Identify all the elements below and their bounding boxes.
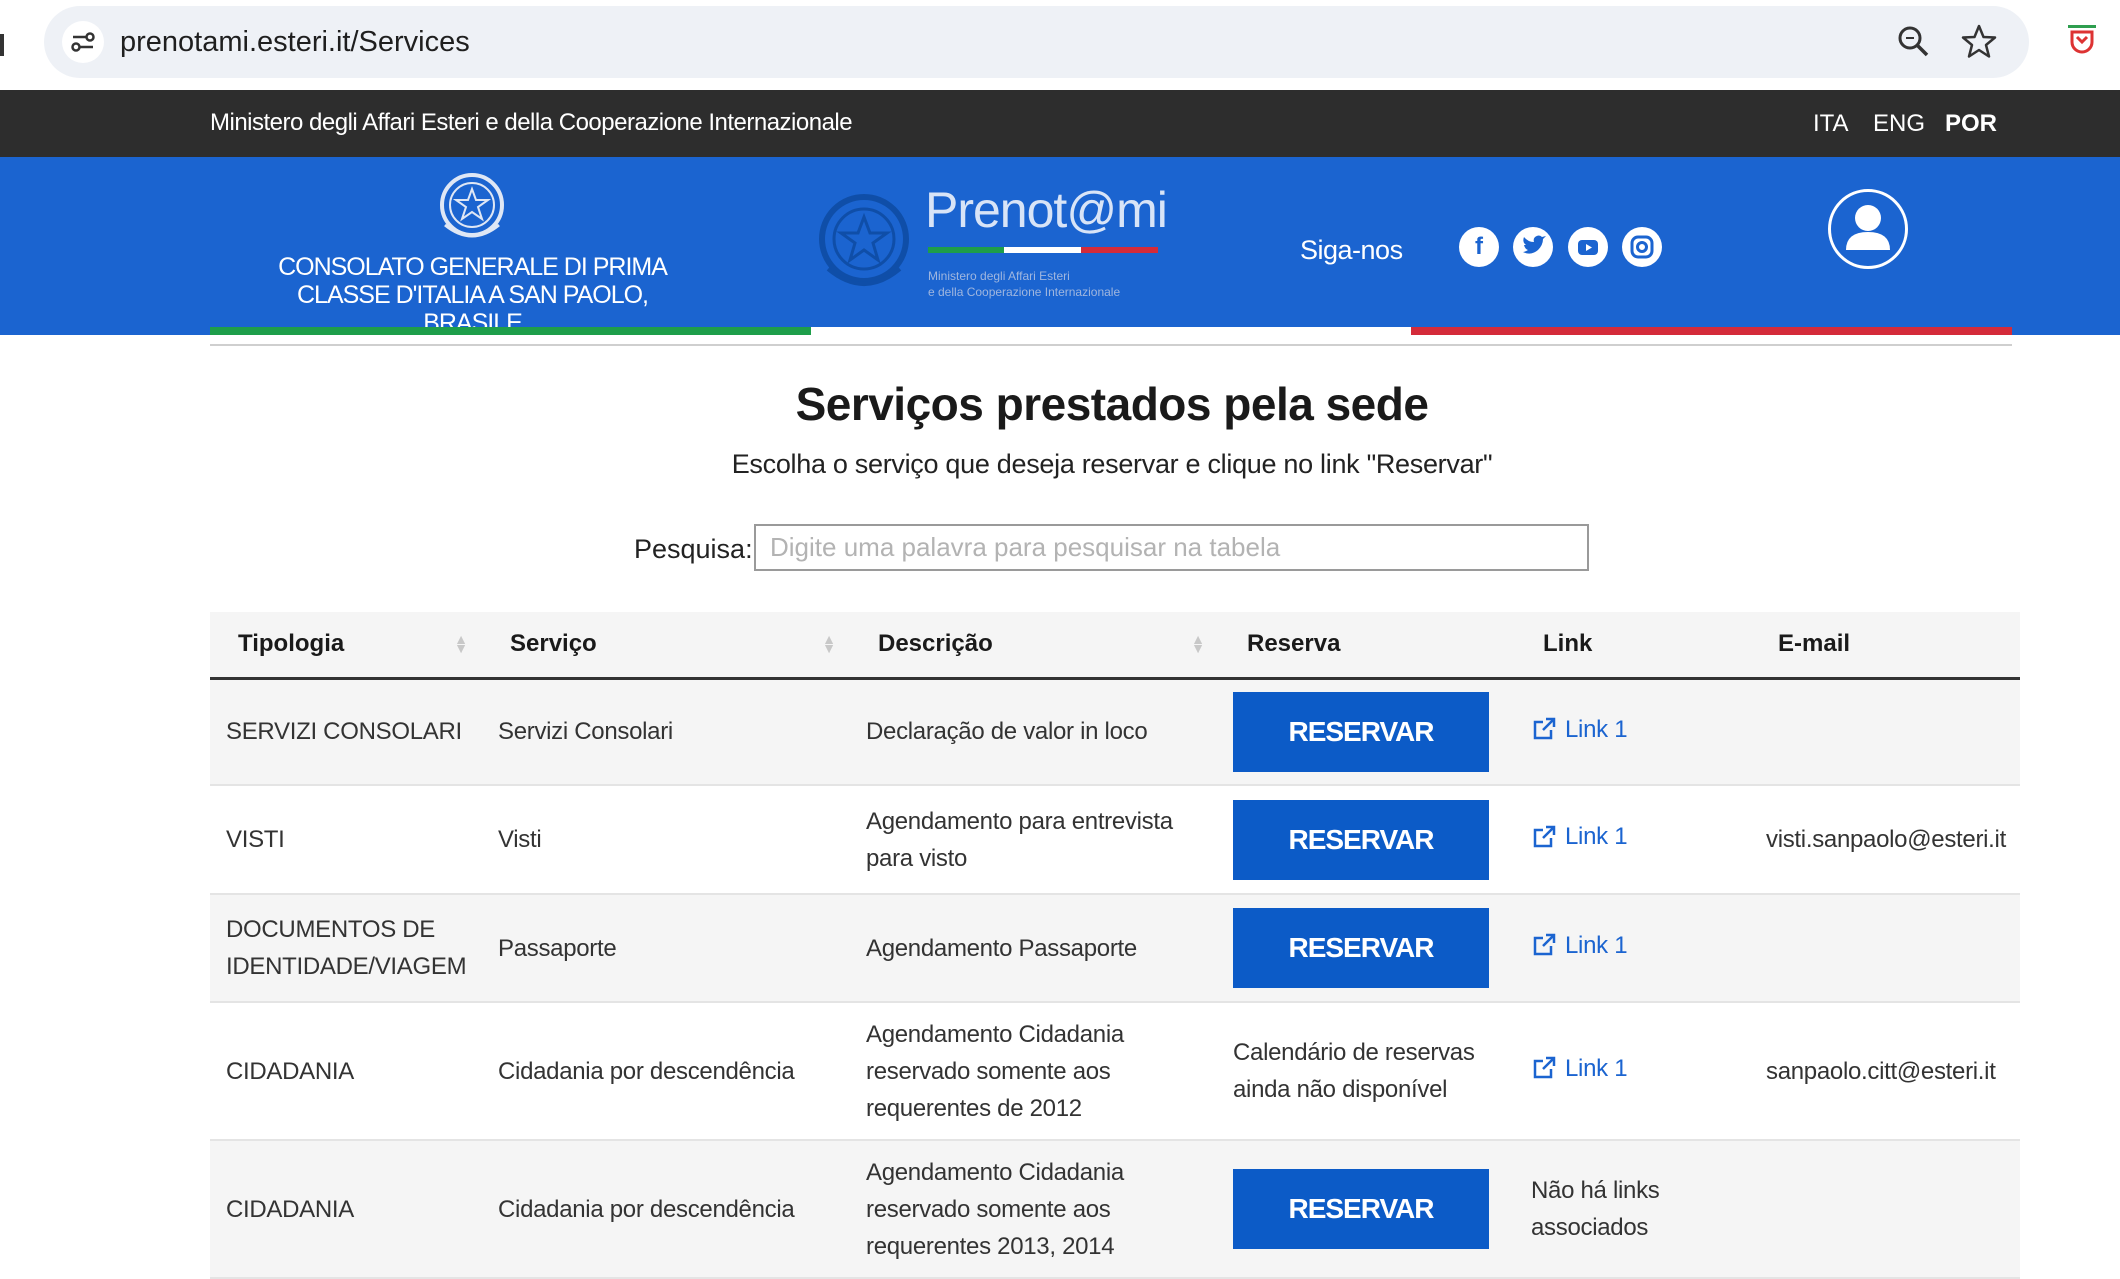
column-header-servico[interactable]: Serviço ▲ ▼ [482, 612, 850, 680]
external-link-icon [1533, 825, 1556, 847]
tune-icon[interactable] [62, 21, 104, 63]
table-row: CIDADANIA Cidadania por descendência Age… [210, 1140, 2020, 1279]
cell-link: Link 1 [1515, 1002, 1750, 1141]
service-link[interactable]: Link 1 [1531, 1050, 1628, 1087]
cell-tipologia: CIDADANIA [210, 1002, 482, 1141]
table-row: CIDADANIA Cidadania por descendência Age… [210, 1002, 2020, 1141]
cell-servico: Servizi Consolari [482, 678, 850, 786]
cell-link: Link 1 [1515, 894, 1750, 1003]
cell-tipologia: CIDADANIA [210, 1140, 482, 1279]
table-row: SERVIZI CONSOLARI Servizi Consolari Decl… [210, 678, 2020, 786]
cell-reserva: RESERVAR [1219, 785, 1515, 895]
extension-icon[interactable] [2064, 22, 2100, 63]
cell-servico: Cidadania por descendência [482, 1140, 850, 1279]
cell-tipologia: DOCUMENTOS DE IDENTIDADE/VIAGEM [210, 894, 482, 1003]
services-table: Tipologia ▲ ▼ Serviço ▲ ▼ Descrição ▲ ▼ Reserv… [210, 612, 2020, 1279]
service-link[interactable]: Link 1 [1531, 927, 1628, 964]
external-link-icon [1533, 1057, 1556, 1079]
service-link[interactable]: Link 1 [1531, 818, 1628, 855]
url-text[interactable]: prenotami.esteri.it/Services [120, 26, 470, 59]
zoom-icon[interactable] [1894, 22, 1934, 67]
cell-descricao: Agendamento Cidadania reservado somente … [850, 1002, 1219, 1141]
service-link[interactable]: Link 1 [1531, 711, 1628, 748]
cell-tipologia: VISTI [210, 785, 482, 895]
external-link-icon [1533, 717, 1556, 740]
search-input[interactable] [754, 524, 1589, 571]
cell-servico: Visti [482, 785, 850, 895]
table-row: VISTI Visti Agendamento para entrevista … [210, 785, 2020, 895]
sort-icon[interactable]: ▲ ▼ [454, 632, 468, 655]
table-row: DOCUMENTOS DE IDENTIDADE/VIAGEM Passapor… [210, 894, 2020, 1003]
youtube-icon[interactable] [1568, 227, 1608, 267]
consulate-name[interactable]: CONSOLATO GENERALE DI PRIMA CLASSE D'ITA… [270, 253, 675, 333]
sort-icon[interactable]: ▲ ▼ [1191, 632, 1205, 655]
page-title: Serviços prestados pela sede [795, 378, 1429, 430]
reserve-button[interactable]: RESERVAR [1233, 908, 1489, 988]
cell-servico: Passaporte [482, 894, 850, 1003]
site-header: CONSOLATO GENERALE DI PRIMA CLASSE D'ITA… [0, 157, 2120, 335]
cell-descricao: Agendamento Passaporte [850, 894, 1219, 1003]
cell-email [1750, 678, 2020, 786]
republic-emblem-large-icon [814, 187, 914, 302]
lang-eng[interactable]: ENG [1873, 110, 1925, 138]
cell-email [1750, 894, 2020, 1003]
cell-descricao: Agendamento para entrevista para visto [850, 785, 1219, 895]
external-link-icon [1533, 934, 1556, 956]
column-header-tipologia[interactable]: Tipologia ▲ ▼ [210, 612, 482, 680]
cell-reserva: RESERVAR [1219, 1140, 1515, 1279]
user-account-icon[interactable] [1828, 189, 1908, 269]
cell-descricao: Declaração de valor in loco [850, 678, 1219, 786]
column-header-descricao[interactable]: Descrição ▲ ▼ [850, 612, 1219, 680]
reserve-button[interactable]: RESERVAR [1233, 799, 1489, 880]
instagram-icon[interactable] [1622, 227, 1662, 267]
ministry-name: Ministero degli Affari Esteri e della Co… [210, 109, 853, 136]
cell-email [1750, 1140, 2020, 1279]
reserve-button[interactable]: RESERVAR [1233, 1169, 1489, 1249]
sort-icon[interactable]: ▲ ▼ [822, 632, 836, 655]
browser-toolbar: prenotami.esteri.it/Services [0, 0, 2120, 90]
star-icon[interactable] [1959, 22, 1999, 67]
brand-subtitle: Ministero degli Affari Esteri e della Co… [928, 269, 1121, 299]
brand-flag-stripes [928, 247, 1158, 253]
table-header-row: Tipologia ▲ ▼ Serviço ▲ ▼ Descrição ▲ ▼ Reserv… [210, 612, 2020, 680]
ministry-bar: Ministero degli Affari Esteri e della Co… [0, 90, 2120, 157]
cell-servico: Cidadania por descendência [482, 1002, 850, 1141]
cell-descricao: Agendamento Cidadania reservado somente … [850, 1140, 1219, 1279]
cell-reserva: RESERVAR [1219, 894, 1515, 1003]
follow-label: Siga-nos [1300, 235, 1403, 265]
address-bar[interactable]: prenotami.esteri.it/Services [44, 6, 2029, 78]
cell-tipologia: SERVIZI CONSOLARI [210, 678, 482, 786]
lang-ita[interactable]: ITA [1813, 110, 1849, 138]
column-header-reserva: Reserva [1219, 612, 1515, 680]
republic-emblem-icon [435, 165, 509, 250]
cell-email[interactable]: sanpaolo.citt@esteri.it [1750, 1002, 2020, 1141]
search-label: Pesquisa: [634, 534, 753, 564]
cell-reserva: Calendário de reservas ainda não disponí… [1219, 1002, 1515, 1141]
cell-link: Link 1 [1515, 678, 1750, 786]
cell-email[interactable]: visti.sanpaolo@esteri.it [1750, 785, 2020, 895]
prenotami-logo[interactable]: Prenot@mi [925, 181, 1168, 239]
facebook-icon[interactable]: f [1459, 227, 1499, 267]
twitter-icon[interactable] [1513, 227, 1553, 267]
column-header-link: Link [1515, 612, 1750, 680]
tab-edge [0, 34, 4, 56]
cell-link: Link 1 [1515, 785, 1750, 895]
divider [210, 344, 2012, 346]
flag-stripes [210, 327, 2012, 335]
lang-por[interactable]: POR [1945, 110, 1997, 138]
cell-link: Não há links associados [1515, 1140, 1750, 1279]
reserve-button[interactable]: RESERVAR [1233, 691, 1489, 772]
column-header-email: E-mail [1750, 612, 2020, 680]
cell-reserva: RESERVAR [1219, 678, 1515, 786]
page-subtitle: Escolha o serviço que deseja reservar e … [731, 449, 1493, 479]
